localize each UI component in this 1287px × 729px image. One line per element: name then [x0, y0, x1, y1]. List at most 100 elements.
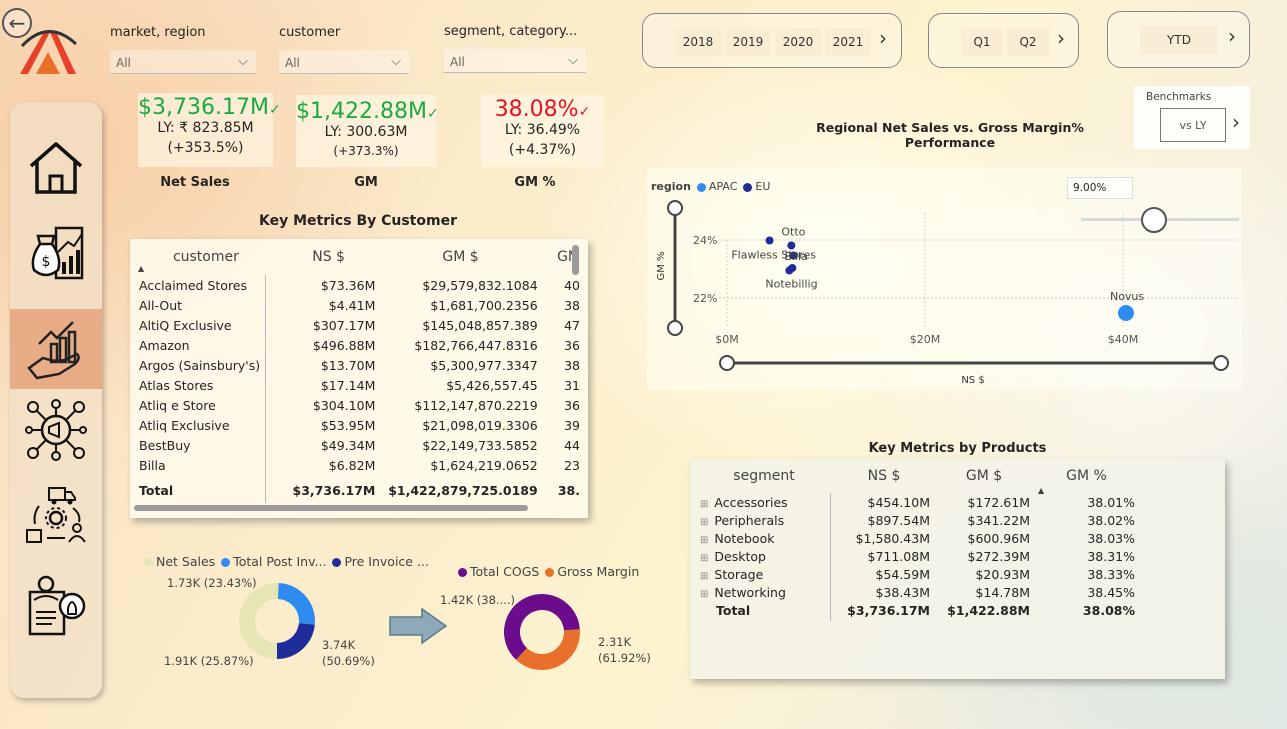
table-row[interactable]: Amazon $496.88M $182,766,447.8316 36: [134, 335, 584, 355]
scatter-point[interactable]: [1117, 305, 1134, 321]
chevron-right-icon[interactable]: ›: [879, 26, 887, 50]
nav-growth[interactable]: [10, 309, 102, 389]
table-row[interactable]: ⊞ Notebook $1,580.43M $600.96M 38.03%: [694, 529, 1139, 547]
legend-item[interactable]: Gross Margin: [557, 564, 639, 579]
kpi-value: $3,736.17M: [138, 95, 269, 120]
y-range-slider-handle[interactable]: [667, 320, 683, 336]
expand-icon[interactable]: ⊞: [700, 589, 708, 600]
chevron-right-icon[interactable]: ›: [1228, 24, 1236, 48]
nav-executive[interactable]: [10, 566, 102, 646]
year-button[interactable]: 2021: [825, 28, 871, 56]
cell-ns: $454.10M: [867, 494, 930, 510]
cell-ns: $38.43M: [875, 584, 930, 600]
vertical-scrollbar[interactable]: [572, 245, 579, 275]
table-row[interactable]: ⊞ Accessories $454.10M $172.61M 38.01%: [694, 493, 1139, 511]
table-row[interactable]: BestBuy $49.34M $22,149,733.5852 44: [134, 435, 584, 455]
nav-supply-chain[interactable]: [10, 475, 102, 555]
supply-chain-icon: [26, 487, 86, 543]
home-icon: [29, 142, 83, 194]
scatter-point[interactable]: [785, 266, 794, 275]
expand-icon[interactable]: ⊞: [700, 535, 708, 546]
table-row[interactable]: Atliq e Store $304.10M $112,147,870.2219 36: [134, 395, 584, 415]
kpi-change: (+373.3%): [333, 144, 399, 158]
y-range-slider-handle[interactable]: [667, 200, 683, 216]
table-total-row: Total $3,736.17M $1,422,879,725.0189 38.: [134, 475, 584, 501]
donut-slice[interactable]: [277, 623, 315, 659]
legend-item[interactable]: Total COGS: [470, 564, 539, 579]
x-range-slider-handle[interactable]: [719, 355, 735, 371]
legend-marker: [221, 558, 231, 567]
nav-finance[interactable]: $: [10, 212, 102, 292]
filter-value: All: [116, 56, 131, 70]
filter-dropdown[interactable]: All ⌵: [444, 49, 586, 73]
donut-slice[interactable]: [516, 629, 580, 670]
table-row[interactable]: ⊞ Storage $54.59M $20.93M 38.33%: [694, 565, 1139, 583]
filter-customer[interactable]: customer All ⌵: [279, 25, 409, 74]
cell-customer: All-Out: [139, 297, 183, 313]
product-table: segment NS $ GM $ GM % ▲ ⊞ Accessories $454…: [690, 459, 1225, 679]
expand-icon[interactable]: ⊞: [700, 499, 708, 510]
filter-dropdown[interactable]: All ⌵: [279, 50, 409, 74]
expand-icon[interactable]: ⊞: [700, 553, 708, 564]
cell-segment: ⊞ Desktop: [694, 547, 834, 565]
benchmark-button[interactable]: vs LY: [1160, 108, 1226, 142]
column-header-segment[interactable]: segment: [694, 459, 834, 493]
legend-item[interactable]: Total Post Inv...: [233, 554, 326, 569]
sidebar: $: [10, 102, 102, 698]
horizontal-scrollbar[interactable]: [134, 505, 528, 511]
column-header-ns[interactable]: NS $: [834, 459, 934, 493]
table-row[interactable]: ⊞ Networking $38.43M $14.78M 38.45%: [694, 583, 1139, 601]
filter-dropdown[interactable]: All ⌵: [110, 50, 256, 74]
filter-market-region[interactable]: market, region All ⌵: [110, 25, 256, 74]
nav-marketing[interactable]: [10, 390, 102, 470]
quarter-button[interactable]: Q1: [961, 28, 1003, 56]
year-button[interactable]: 2018: [675, 28, 721, 56]
kpi-name: Net Sales: [160, 175, 230, 190]
chevron-right-icon[interactable]: ›: [1232, 110, 1240, 134]
cell-customer: Atlas Stores: [139, 377, 214, 393]
scatter-point[interactable]: [765, 236, 774, 245]
scatter-plot: 24%22%$0M $20M $40MGM %NS $NovusOttoFlawle…: [656, 200, 1237, 386]
donut-slice[interactable]: [277, 583, 315, 625]
table-row[interactable]: AltiQ Exclusive $307.17M $145,048,857.389 4…: [134, 315, 584, 335]
cell-gm-pct: 47: [564, 317, 580, 333]
legend-item[interactable]: Pre Invoice ...: [344, 554, 428, 569]
filter-label: market, region: [110, 25, 206, 40]
total-ns: $3,736.17M: [847, 602, 930, 618]
year-button[interactable]: 2019: [725, 28, 771, 56]
column-header-gm[interactable]: GM $: [379, 239, 541, 275]
product-metrics-table: segment NS $ GM $ GM % ▲ ⊞ Accessories $454…: [694, 459, 1139, 619]
hand-growth-icon: [27, 321, 80, 380]
x-range-slider-handle[interactable]: [1213, 355, 1229, 371]
column-header-ns[interactable]: NS $: [278, 239, 380, 275]
svg-text:$: $: [42, 254, 51, 270]
donut-slice[interactable]: [239, 583, 279, 659]
table-row[interactable]: ⊞ Desktop $711.08M $272.39M 38.31%: [694, 547, 1139, 565]
table-header: segment NS $ GM $ GM % ▲: [694, 459, 1139, 495]
table-row[interactable]: All-Out $4.41M $1,681,700.2356 38: [134, 295, 584, 315]
column-header-gm[interactable]: GM $: [934, 459, 1034, 493]
cell-ns: $53.95M: [320, 417, 376, 433]
cell-gm: $5,300,977.3347: [430, 357, 538, 373]
table-row[interactable]: Billa $6.82M $1,624,219.0652 23: [134, 455, 584, 475]
kpi-ly: LY: 300.63M: [324, 124, 408, 140]
column-header-customer[interactable]: customer ▲: [134, 239, 278, 275]
table-row[interactable]: ⊞ Peripherals $897.54M $341.22M 38.02%: [694, 511, 1139, 529]
ytd-button[interactable]: YTD: [1140, 26, 1218, 54]
nav-home[interactable]: [10, 128, 102, 208]
year-button[interactable]: 2020: [775, 28, 821, 56]
table-row[interactable]: Atliq Exclusive $53.95M $21,098,019.3306 39: [134, 415, 584, 435]
total-ns: $3,736.17M: [292, 482, 376, 498]
table-row[interactable]: Atlas Stores $17.14M $5,426,557.45 31: [134, 375, 584, 395]
filter-segment-category[interactable]: segment, category... All ⌵: [444, 24, 586, 73]
table-row[interactable]: Acclaimed Stores $73.36M $29,579,832.1084 4…: [134, 275, 584, 295]
filter-label: segment, category...: [444, 24, 578, 39]
expand-icon[interactable]: ⊞: [700, 517, 708, 528]
chevron-right-icon[interactable]: ›: [1057, 26, 1065, 50]
expand-icon[interactable]: ⊞: [700, 571, 708, 582]
legend-item[interactable]: Net Sales: [156, 554, 215, 569]
cell-gm-pct: 44: [564, 437, 580, 453]
table-row[interactable]: Argos (Sainsbury's) $13.70M $5,300,977.334…: [134, 355, 584, 375]
column-header-gm-pct[interactable]: GM % ▲: [1034, 459, 1139, 495]
quarter-button[interactable]: Q2: [1007, 28, 1049, 56]
